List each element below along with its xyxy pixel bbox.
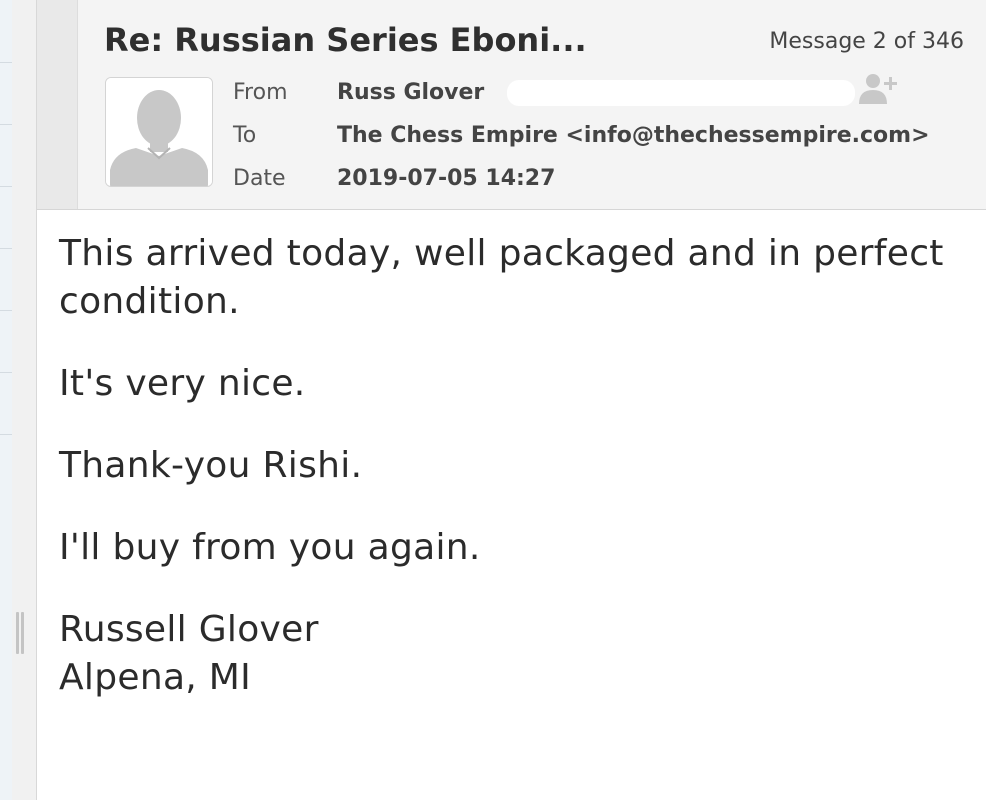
body-paragraph: I'll buy from you again. <box>59 527 481 568</box>
splitter-grip-handle[interactable] <box>16 612 26 654</box>
date-value: 2019-07-05 14:27 <box>337 166 556 191</box>
signature-name: Russell Glover <box>59 609 319 650</box>
redacted-email <box>507 80 855 106</box>
message-position: Message 2 of 346 <box>769 29 964 54</box>
rail-divider <box>0 434 12 435</box>
from-label: From <box>233 80 288 105</box>
to-label: To <box>233 123 257 148</box>
body-paragraph: Thank-you Rishi. <box>59 445 363 486</box>
add-contact-icon[interactable] <box>857 72 901 106</box>
message-header: Re: Russian Series Eboni... Message 2 of… <box>37 0 986 210</box>
person-silhouette-icon <box>106 78 212 186</box>
from-value[interactable]: Russ Glover <box>337 80 484 105</box>
message-subject: Re: Russian Series Eboni... <box>104 21 587 59</box>
rail-divider <box>0 248 12 249</box>
date-label: Date <box>233 166 286 191</box>
to-value[interactable]: The Chess Empire <info@thechessempire.co… <box>337 123 930 148</box>
rail-divider <box>0 124 12 125</box>
message-body: This arrived today, well packaged and in… <box>59 230 979 702</box>
signature-location: Alpena, MI <box>59 657 252 698</box>
rail-divider <box>0 310 12 311</box>
pane-splitter[interactable] <box>12 0 37 800</box>
rail-divider <box>0 62 12 63</box>
body-paragraph: It's very nice. <box>59 363 306 404</box>
header-side-strip <box>37 0 78 209</box>
rail-divider <box>0 186 12 187</box>
message-viewer: Re: Russian Series Eboni... Message 2 of… <box>37 0 986 800</box>
rail-divider <box>0 372 12 373</box>
body-paragraph: This arrived today, well packaged and in… <box>59 233 944 322</box>
sender-avatar <box>105 77 213 187</box>
